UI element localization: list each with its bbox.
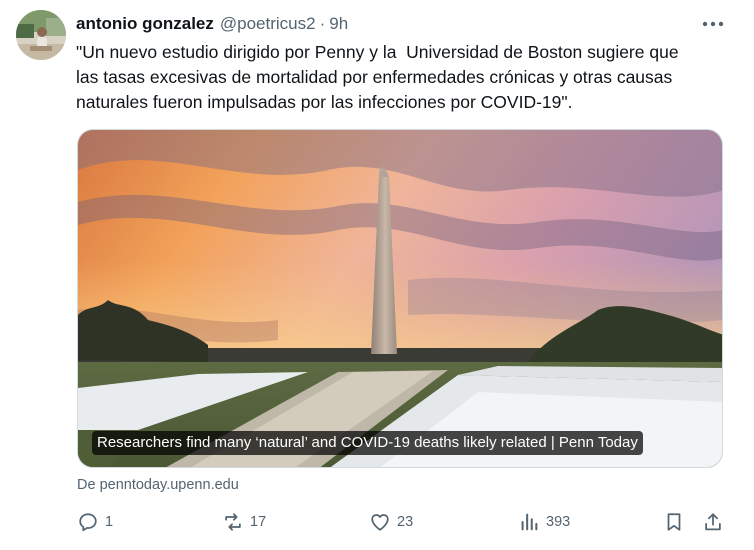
separator: · [319,14,326,33]
views-button[interactable]: 393 [518,508,570,536]
action-bar: 1 17 23 393 [77,508,727,536]
tweet-text-line: "Un nuevo estudio dirigido por Penny y l… [76,42,679,62]
card-title: Researchers find many ‘natural’ and COVI… [92,431,643,455]
share-icon [705,513,721,531]
views-count: 393 [546,514,571,530]
reply-icon [79,513,97,532]
more-button[interactable] [696,12,730,36]
timestamp[interactable]: 9h [329,14,348,34]
tweet-text: "Un nuevo estudio dirigido por Penny y l… [76,40,736,115]
tweet[interactable]: antonio gonzalez @poetricus2 · 9h "Un nu… [0,0,754,550]
repost-button[interactable]: 17 [222,508,266,536]
bookmark-icon [667,513,681,531]
tweet-header: antonio gonzalez @poetricus2 · 9h [76,13,348,35]
repost-count: 17 [250,514,267,530]
tweet-text-line: las tasas excesivas de mortalidad por en… [76,67,673,87]
like-count: 23 [397,514,414,530]
tweet-text-line: naturales fueron impulsadas por las infe… [76,92,573,112]
card-source[interactable]: De penntoday.upenn.edu [77,477,239,493]
reply-count: 1 [105,514,114,530]
more-dots-icon [702,21,724,27]
display-name[interactable]: antonio gonzalez [76,14,214,34]
avatar[interactable] [16,10,66,60]
like-button[interactable]: 23 [369,508,413,536]
repost-icon [225,513,241,531]
bookmark-button[interactable] [663,508,685,536]
reply-button[interactable]: 1 [77,508,113,536]
views-chart-icon [521,513,538,531]
share-button[interactable] [702,508,724,536]
card-photo [78,130,722,467]
handle[interactable]: @poetricus2 [220,14,316,34]
heart-icon [371,514,389,531]
link-card[interactable]: Researchers find many ‘natural’ and COVI… [77,129,723,468]
avatar-image [16,10,66,60]
